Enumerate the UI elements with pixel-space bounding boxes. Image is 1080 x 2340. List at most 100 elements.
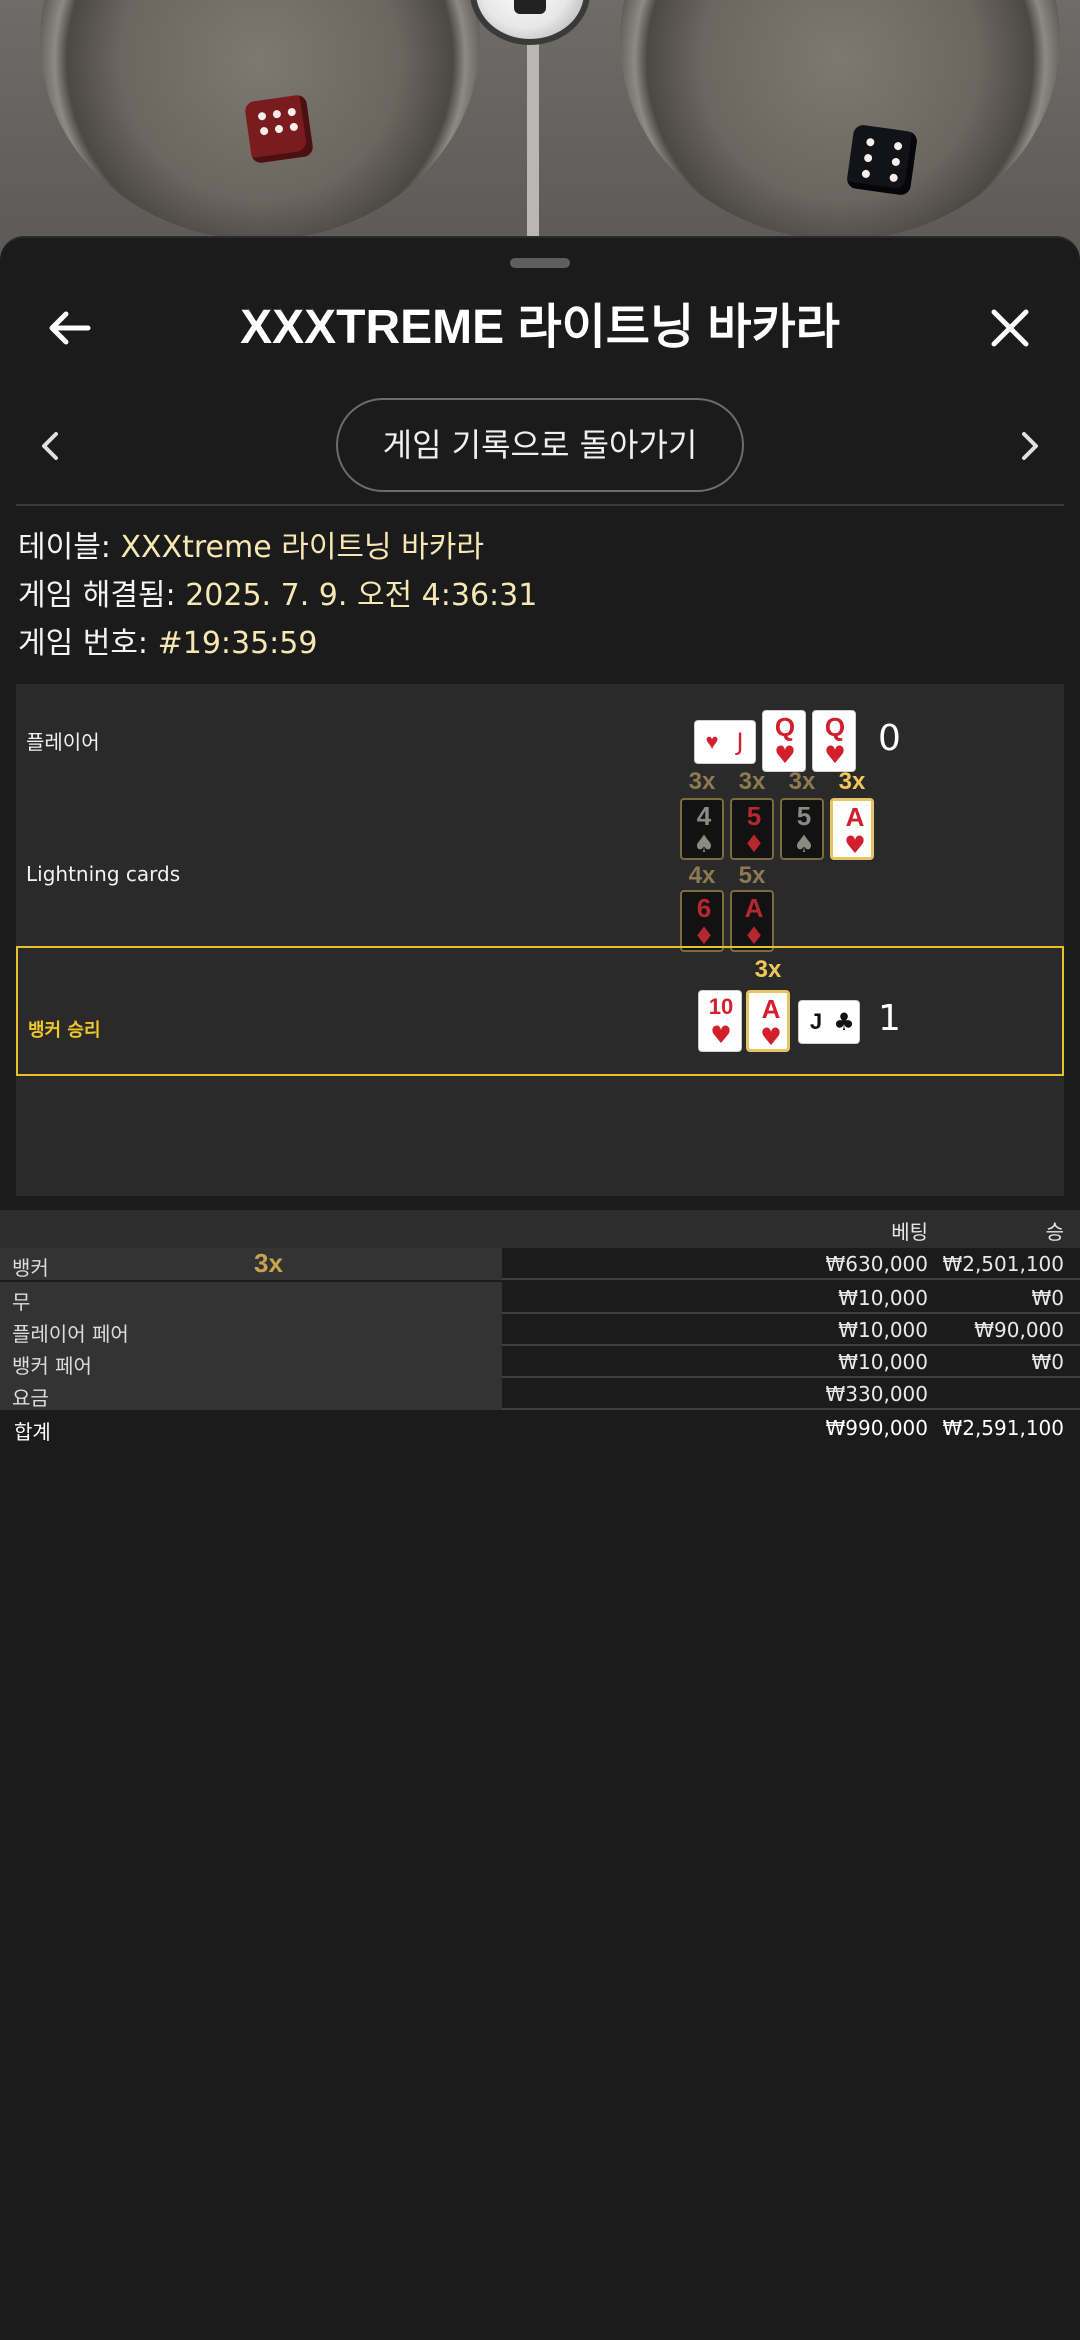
card-rank: 5 [746,801,762,831]
bet-multiplier: 3x [254,1248,283,1278]
card-suit: ♥ [824,741,846,769]
win-amount: ₩0 [1031,1350,1065,1374]
table-row: 뱅커 3x ₩630,000 ₩2,501,100 [0,1248,1080,1280]
resolved-value: 2025. 7. 9. 오전 4:36:31 [185,578,538,613]
win-amount: ₩2,501,100 [942,1252,1064,1276]
back-to-history-button[interactable]: 게임 기록으로 돌아가기 [336,398,744,492]
bet-name-cell: 플레이어 페어 [0,1314,502,1346]
total-row: 합계 ₩990,000 ₩2,591,100 [0,1412,1080,1444]
card-rank: 6 [696,893,712,923]
total-win-amount: ₩2,591,100 [942,1416,1064,1440]
lightning-card: 4 ♠ [680,798,724,860]
card-rank: J [809,1009,823,1034]
banker-card-3: J ♣ [798,1000,860,1044]
player-card-3: Q ♥ [812,710,856,772]
banker-win-label: 뱅커 승리 [28,1020,101,1041]
card-suit: J [736,728,744,756]
sheet-drag-handle[interactable] [510,258,570,268]
bet-name: 무 [12,1290,31,1314]
table-value: XXXtreme 라이트닝 바카라 [120,530,484,565]
sheet-header: XXXTREME 라이트닝 바카라 [0,278,1080,388]
next-game-chevron-icon[interactable] [1010,426,1050,466]
card-suit: ♠ [793,830,815,858]
lightning-card: 5 ♦ [730,798,774,860]
table-row: 플레이어 페어 ₩10,000 ₩90,000 [0,1314,1080,1346]
banker-win-row: 뱅커 승리 3x 10 ♥ A ♥ J ♣ 1 [16,946,1064,1076]
red-die [243,93,315,165]
lightning-multiplier: 5x [738,862,766,889]
bet-name-cell: 무 [0,1282,502,1314]
lightning-multiplier: 4x [688,862,716,889]
win-amount: ₩0 [1031,1286,1065,1310]
bet-name: 플레이어 페어 [12,1322,129,1346]
bet-name-cell: 요금 [0,1378,502,1410]
banker-card-multiplier: 3x [754,956,782,983]
page-title: XXXTREME 라이트닝 바카라 [240,301,840,354]
bet-amount: ₩10,000 [838,1318,928,1342]
card-rank: Q [774,712,796,742]
card-rank: 4 [696,801,712,831]
bet-amount: ₩330,000 [825,1382,928,1406]
card-suit: ♠ [693,830,715,858]
lightning-multiplier: 3x [738,768,766,795]
player-label: 플레이어 [26,730,100,754]
dice-bowl-right [620,0,1060,240]
table-row: 무 ₩10,000 ₩0 [0,1282,1080,1314]
bet-amount: ₩630,000 [825,1252,928,1276]
win-amount: ₩90,000 [974,1318,1064,1342]
lightning-multiplier: 3x [788,768,816,795]
bet-amount: ₩10,000 [838,1286,928,1310]
card-suit: ♣ [833,1008,855,1036]
close-icon[interactable] [980,298,1040,358]
back-arrow-icon[interactable] [40,298,100,358]
resolved-label: 게임 해결됨: [18,578,176,613]
lightning-card: 6 ♦ [680,890,724,952]
lightning-cards-label: Lightning cards [26,862,181,886]
bet-name: 뱅커 [12,1256,49,1280]
table-info: 테이블: XXXtreme 라이트닝 바카라 [18,526,484,570]
card-rank: A [761,994,781,1024]
lightning-card-highlighted: A ♥ [830,798,874,860]
card-rank: 10 [708,994,734,1019]
total-bet-amount: ₩990,000 [825,1416,928,1440]
banker-score: 1 [878,998,901,1039]
card-rank: Q [824,712,846,742]
card-suit: ♥ [844,831,866,859]
result-panel: 플레이어 ♥ J Q ♥ Q ♥ 0 3x 3x 3x 3x 4 ♠ 5 ♦ 5… [16,684,1064,1196]
lightning-multiplier: 3x [838,768,866,795]
win-column-header: 승 [1045,1220,1064,1244]
lightning-multiplier: 3x [688,768,716,795]
black-die [845,123,919,197]
lightning-card: A ♦ [730,890,774,952]
previous-game-chevron-icon[interactable] [30,426,70,466]
table-row: 요금 ₩330,000 [0,1378,1080,1410]
bet-column-header: 베팅 [891,1220,928,1244]
bets-table-header: 베팅 승 [0,1210,1080,1248]
player-score: 0 [878,718,901,759]
card-rank: ♥ [705,729,719,754]
bet-name: 요금 [12,1386,49,1410]
game-number-info: 게임 번호: #19:35:59 [18,622,317,666]
total-label: 합계 [14,1420,51,1444]
bet-name-cell: 뱅커 3x [0,1248,502,1280]
bet-name-cell: 뱅커 페어 [0,1346,502,1378]
game-number-value: #19:35:59 [157,626,318,661]
banker-card-1: 10 ♥ [698,990,742,1052]
banker-card-2-highlighted: A ♥ [746,990,790,1052]
table-row: 뱅커 페어 ₩10,000 ₩0 [0,1346,1080,1378]
game-nav-row: 게임 기록으로 돌아가기 [0,396,1080,496]
lightning-card: 5 ♠ [780,798,824,860]
bet-amount: ₩10,000 [838,1350,928,1374]
player-card-2: Q ♥ [762,710,806,772]
resolved-info: 게임 해결됨: 2025. 7. 9. 오전 4:36:31 [18,574,537,618]
card-rank: 5 [796,801,812,831]
divider [16,504,1064,506]
player-card-1: ♥ J [694,720,756,764]
card-rank: A [845,802,865,832]
game-video-background [0,0,1080,260]
table-label: 테이블: [18,530,111,565]
card-rank: A [744,893,764,923]
card-suit: ♥ [774,741,796,769]
bet-name: 뱅커 페어 [12,1354,92,1378]
center-rail [527,40,539,260]
